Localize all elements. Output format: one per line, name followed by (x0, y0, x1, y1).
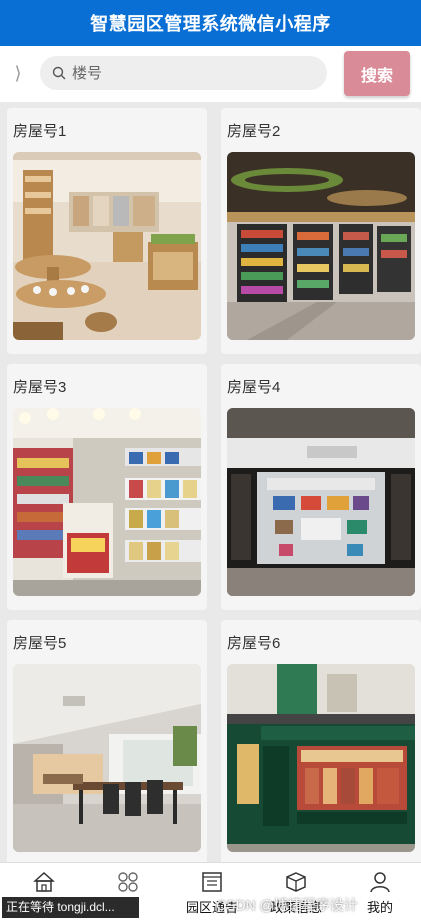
house-photo[interactable] (227, 152, 415, 340)
search-bar: ⟩ 搜索 (0, 46, 421, 102)
house-title: 房屋号1 (13, 123, 67, 140)
house-card[interactable]: 房屋号5 (7, 620, 207, 862)
house-photo[interactable] (13, 664, 201, 852)
house-photo[interactable] (227, 408, 415, 596)
house-photo[interactable] (13, 408, 201, 596)
watermark: CSDN @博捷程序设计 (216, 897, 358, 913)
notice-icon (202, 872, 222, 892)
search-input[interactable] (72, 64, 312, 82)
home-icon (33, 871, 55, 892)
house-title: 房屋号2 (227, 123, 281, 140)
user-icon (370, 872, 390, 893)
house-title: 房屋号4 (227, 379, 281, 396)
house-title: 房屋号6 (227, 635, 281, 652)
house-card[interactable]: 房屋号4 (221, 364, 421, 610)
house-image (227, 664, 415, 852)
house-photo[interactable] (13, 152, 201, 340)
house-grid: 房屋号1 房屋号2 房屋号3 房屋号4 房屋号5 房屋号6 (0, 102, 421, 862)
house-image (13, 408, 201, 596)
app-header: 智慧园区管理系统微信小程序 (0, 0, 421, 46)
grid-icon (118, 872, 138, 892)
house-image (13, 152, 201, 340)
search-button[interactable]: 搜索 (344, 51, 410, 96)
house-image (227, 408, 415, 596)
house-photo[interactable] (227, 664, 415, 852)
chevron-right-icon[interactable]: ⟩ (10, 60, 26, 86)
search-icon (52, 66, 66, 80)
box-icon (286, 872, 306, 892)
house-card[interactable]: 房屋号1 (7, 108, 207, 354)
page-title: 智慧园区管理系统微信小程序 (90, 14, 331, 34)
loading-status: 正在等待 tongji.dcl... (2, 897, 139, 918)
house-card[interactable]: 房屋号6 (221, 620, 421, 862)
house-title: 房屋号3 (13, 379, 67, 396)
house-image (227, 152, 415, 340)
search-box[interactable] (40, 56, 327, 90)
house-card[interactable]: 房屋号2 (221, 108, 421, 354)
house-image (13, 664, 201, 852)
house-card[interactable]: 房屋号3 (7, 364, 207, 610)
house-title: 房屋号5 (13, 635, 67, 652)
